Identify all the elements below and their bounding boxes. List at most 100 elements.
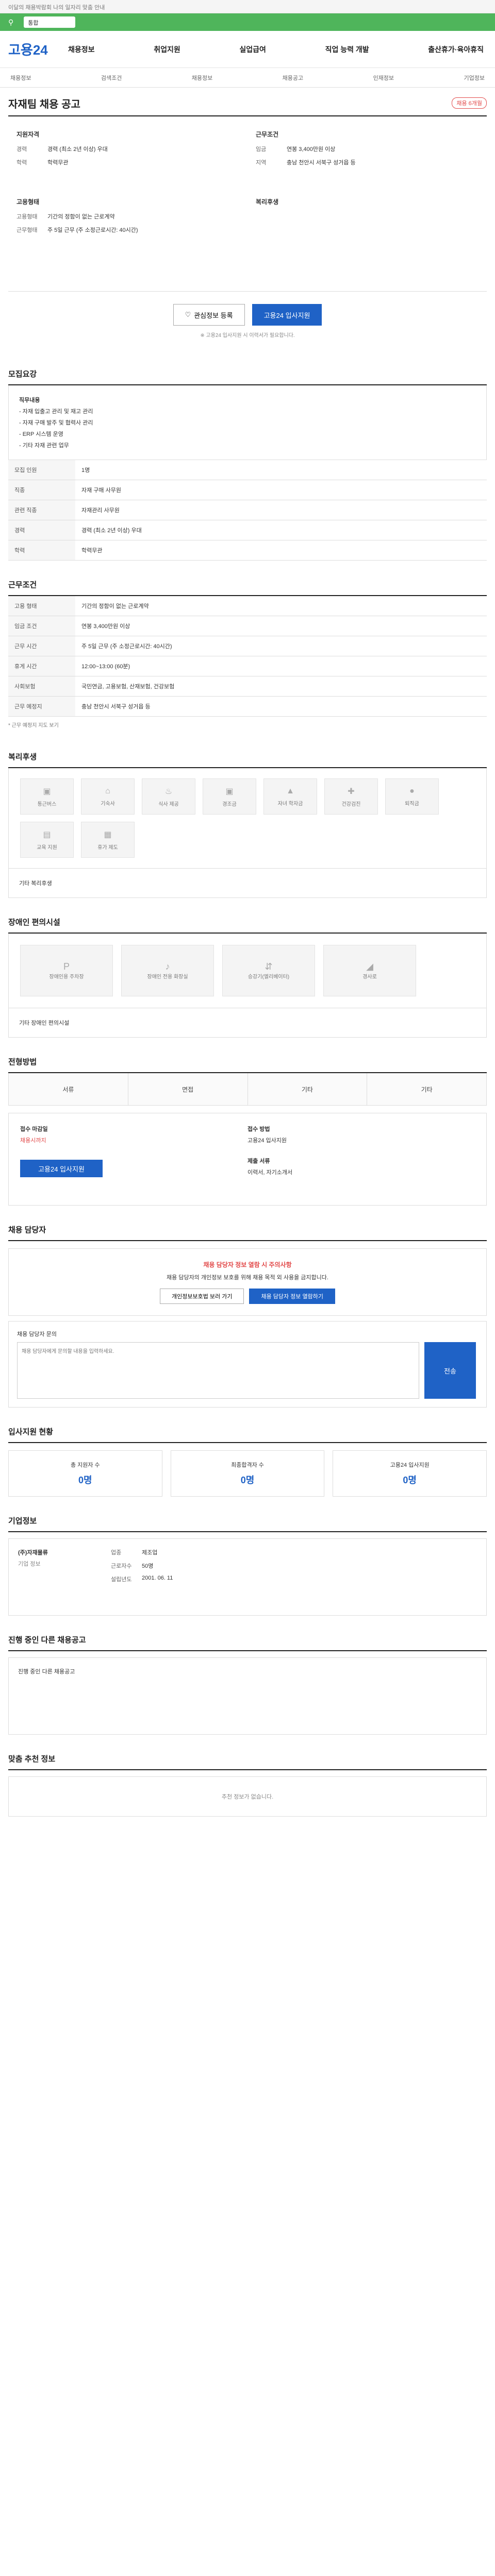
subnav-item[interactable]: 검색조건 — [101, 74, 122, 82]
row-value: 주 5일 근무 (주 소정근로시간: 40시간) — [75, 636, 487, 656]
row-header: 경력 — [8, 520, 75, 540]
kv-value: 충남 천안시 서북구 성거읍 등 — [287, 160, 356, 166]
row-value: 학력무관 — [75, 540, 487, 561]
table-row: 학력 학력무관 — [8, 540, 487, 561]
apply-method-value: 고용24 입사지원 — [248, 1138, 287, 1144]
subnav-item[interactable]: 채용정보 — [192, 74, 212, 82]
gnb-item[interactable]: 직업 능력 개발 — [322, 44, 372, 55]
apply-button[interactable]: 고용24 입사지원 — [252, 304, 322, 326]
recommend-heading: 맞춤 추천 정보 — [8, 1753, 487, 1770]
inquiry-title: 채용 담당자 문의 — [17, 1331, 57, 1337]
row-header: 모집 인원 — [8, 460, 75, 480]
kv-key: 설립년도 — [111, 1577, 132, 1583]
ramp-icon: ◢ — [366, 961, 373, 972]
row-value: 충남 천안시 서북구 성거읍 등 — [75, 696, 487, 717]
benefit-label: 교육 지원 — [37, 844, 57, 851]
inquiry-row: 전송 — [17, 1342, 478, 1399]
row-value: 연봉 3,400만원 이상 — [75, 616, 487, 636]
stat-card: 최종합격자 수 0명 — [170, 1450, 325, 1497]
kv-key: 임금 — [256, 146, 267, 152]
benefit-label: 퇴직금 — [405, 801, 419, 807]
subnav-item[interactable]: 채용공고 — [283, 74, 303, 82]
detail-line: - ERP 시스템 운영 — [19, 431, 63, 437]
similar-box: 진행 중인 다른 채용공고 — [8, 1657, 487, 1735]
kv-key: 고용형태 — [16, 214, 38, 220]
kv-value: 학력무관 — [47, 160, 69, 166]
method-step: 면접 — [128, 1073, 248, 1105]
privacy-law-button[interactable]: 개인정보보호법 보러 가기 — [160, 1289, 244, 1304]
gnb-item[interactable]: 채용정보 — [65, 44, 98, 55]
site-logo[interactable]: 고용24 — [8, 40, 65, 59]
benefit-card: ⌂ 기숙사 — [81, 778, 135, 815]
row-value: 자재관리 사무원 — [75, 500, 487, 520]
recommend-section: 맞춤 추천 정보 추천 정보가 없습니다. — [8, 1753, 487, 1817]
company-heading: 기업정보 — [8, 1515, 487, 1532]
row-header: 직종 — [8, 480, 75, 500]
benefit-section: 복리후생 ▣ 통근버스 ⌂ 기숙사 ♨ 식사 제공 ▣ 경조금 ▲ 자녀 학자금 ✚ 건강검… — [8, 751, 487, 898]
row-value: 기간의 정함이 없는 근로계약 — [75, 596, 487, 616]
apply-right: 접수 방법 고용24 입사지원 제출 서류 이력서, 자기소개서 — [248, 1125, 475, 1194]
work-heading: 근무조건 — [8, 579, 487, 596]
benefit-card: ♨ 식사 제공 — [142, 778, 195, 815]
job-title-row: 자재팀 채용 공고 채용 6개월 — [8, 91, 487, 116]
stats-row: 총 지원자 수 0명 최종합격자 수 0명 고용24 입사지원 0명 — [8, 1450, 487, 1497]
benefit-label: 통근버스 — [37, 801, 57, 807]
gnb-item[interactable]: 취업지원 — [151, 44, 184, 55]
search-scope-pill[interactable]: 통합 — [24, 16, 76, 28]
parking-icon: P — [63, 961, 70, 972]
row-header: 관련 직종 — [8, 500, 75, 520]
row-header: 근무 시간 — [8, 636, 75, 656]
kv-row: 근로자수 50명 — [111, 1562, 477, 1570]
gnb-item[interactable]: 실업급여 — [236, 44, 269, 55]
detail-line: - 기타 자재 관련 업무 — [19, 443, 69, 449]
inquiry-input[interactable] — [17, 1342, 419, 1399]
benefit-label: 건강검진 — [341, 801, 361, 807]
bus-icon: ▣ — [43, 787, 51, 796]
disabled-note: 기타 장애인 편의시설 — [8, 1008, 487, 1038]
disabled-label: 경사로 — [362, 974, 377, 980]
view-manager-button[interactable]: 채용 담당자 정보 열람하기 — [249, 1289, 335, 1304]
gnb-item[interactable]: 출산휴가·육아휴직 — [425, 44, 487, 55]
subnav-item[interactable]: 기업정보 — [464, 74, 484, 82]
disabled-card: ◢ 경사로 — [323, 945, 416, 996]
row-value: 국민연금, 고용보험, 산재보험, 건강보험 — [75, 676, 487, 697]
stat-label: 최종합격자 수 — [231, 1462, 264, 1468]
stat-value: 0명 — [240, 1475, 255, 1485]
toilet-icon: ♪ — [165, 961, 170, 972]
kv-row: 경력 경력 (최소 2년 이상) 우대 — [16, 145, 239, 153]
method-step: 서류 — [9, 1073, 128, 1105]
meal-icon: ♨ — [164, 787, 173, 796]
job-title: 자재팀 채용 공고 — [8, 98, 80, 110]
benefit-label: 기숙사 — [101, 801, 115, 807]
subnav-item[interactable]: 인재정보 — [373, 74, 394, 82]
recruit-heading: 모집요강 — [8, 368, 487, 385]
kv-key: 경력 — [16, 146, 27, 152]
kv-row: 학력 학력무관 — [16, 158, 239, 166]
apply-button-2[interactable]: 고용24 입사지원 — [20, 1160, 103, 1177]
stat-value: 0명 — [78, 1475, 92, 1485]
scrap-button[interactable]: ♡ 관심정보 등록 — [173, 304, 245, 326]
inquiry-send-button[interactable]: 전송 — [424, 1342, 476, 1399]
row-header: 고용 형태 — [8, 596, 75, 616]
subnav-item[interactable]: 채용정보 — [10, 74, 31, 82]
kv-key: 학력 — [16, 160, 27, 166]
apply-deadline-value: 채용시까지 — [20, 1138, 46, 1144]
sub-nav: 채용정보 검색조건 채용정보 채용공고 인재정보 기업정보 — [0, 68, 495, 88]
benefit-label: 자녀 학자금 — [277, 801, 303, 807]
kv-row: 지역 충남 천안시 서북구 성거읍 등 — [256, 158, 478, 166]
row-header: 휴게 시간 — [8, 656, 75, 676]
kv-row: 업종 제조업 — [111, 1548, 477, 1556]
similar-title[interactable]: 진행 중인 다른 채용공고 — [18, 1667, 75, 1725]
summary-right-title: 근무조건 — [256, 131, 279, 138]
apply-method-label: 접수 방법 — [248, 1126, 270, 1132]
stat-card: 총 지원자 수 0명 — [8, 1450, 162, 1497]
house-icon: ⌂ — [105, 786, 110, 795]
search-icon[interactable]: ⚲ — [8, 18, 13, 27]
summary-left: 지원자격 경력 경력 (최소 2년 이상) 우대 학력 학력무관 고용형태 고용형태… — [8, 126, 248, 282]
work-note[interactable]: * 근무 예정지 지도 보기 — [8, 717, 487, 733]
company-fields: 업종 제조업 근로자수 50명 설립년도 2001. 06. 11 — [111, 1548, 477, 1606]
table-row: 직종 자재 구매 사무원 — [8, 480, 487, 500]
summary-left-title: 지원자격 — [16, 131, 40, 138]
stat-label: 총 지원자 수 — [70, 1462, 100, 1468]
detail-title: 직무내용 — [19, 397, 40, 403]
